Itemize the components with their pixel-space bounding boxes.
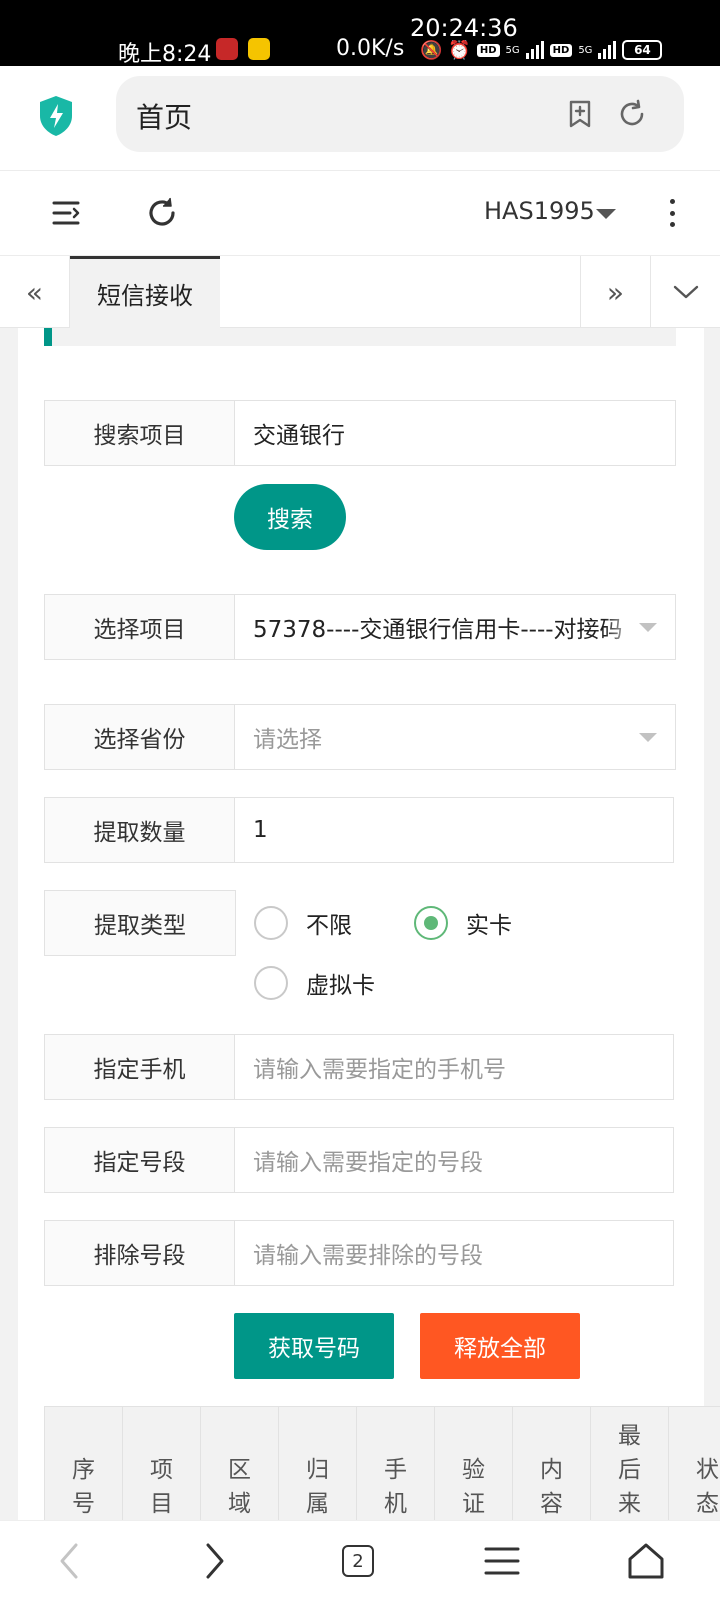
th-content: 内容 [513, 1407, 591, 1520]
th-index: 序号 [45, 1407, 123, 1520]
address-bar[interactable]: 首页 [116, 76, 684, 152]
tab-sms-receive[interactable]: 短信接收 [70, 256, 220, 328]
menu-icon[interactable] [478, 1537, 526, 1585]
hd-badge: HD [476, 43, 500, 57]
address-text[interactable]: 首页 [136, 96, 192, 136]
reload-icon[interactable] [616, 98, 648, 130]
th-verify: 验证 [435, 1407, 513, 1520]
dropdown-caret-icon [639, 733, 657, 742]
status-bar: 20:24:36 晚上8:24 0.0K/s 🔕 ⏰ HD 5G HD 5G 6… [0, 0, 720, 67]
tab-bar: « 短信接收 » [0, 256, 720, 328]
segment-input[interactable]: 请输入需要指定的号段 [235, 1128, 673, 1192]
network-speed: 0.0K/s [336, 36, 405, 61]
select-province-dropdown[interactable]: 请选择 [235, 705, 675, 769]
battery-icon: 64 [622, 40, 663, 60]
hd-badge-2: HD [549, 43, 573, 57]
select-project-row: 选择项目 57378----交通银行信用卡----对接码 [44, 594, 676, 660]
th-phone: 手机 [357, 1407, 435, 1520]
refresh-icon[interactable] [144, 195, 180, 231]
radio-checked-icon [414, 906, 448, 940]
th-project: 项目 [123, 1407, 201, 1520]
network-type: 5G [505, 44, 520, 56]
tab-dropdown-icon[interactable] [650, 256, 720, 328]
chevron-down-icon [673, 285, 698, 299]
shield-icon[interactable] [36, 94, 76, 138]
browser-bottom-nav: 2 [0, 1520, 720, 1600]
status-time: 晚上8:24 [118, 42, 212, 67]
notification-app-icon [216, 38, 238, 60]
search-button[interactable]: 搜索 [234, 484, 346, 550]
th-location: 归属 [279, 1407, 357, 1520]
select-province-label: 选择省份 [45, 705, 235, 769]
mute-icon: 🔕 [420, 39, 443, 61]
home-icon[interactable] [622, 1537, 670, 1585]
app-header: HAS1995 [0, 170, 720, 256]
search-project-label: 搜索项目 [45, 401, 235, 465]
type-radio-unlimited[interactable]: 不限 [254, 906, 352, 940]
th-region: 区域 [201, 1407, 279, 1520]
signal-icon [525, 41, 544, 59]
select-project-dropdown[interactable]: 57378----交通银行信用卡----对接码 [235, 595, 675, 659]
forward-icon[interactable] [190, 1537, 238, 1585]
quantity-label: 提取数量 [45, 798, 235, 862]
user-menu[interactable]: HAS1995 [484, 197, 595, 225]
tabs-button[interactable]: 2 [334, 1537, 382, 1585]
select-province-placeholder: 请选择 [253, 727, 322, 753]
add-bookmark-icon[interactable] [564, 98, 596, 130]
select-project-value: 57378----交通银行信用卡----对接码 [253, 617, 623, 643]
phone-input[interactable]: 请输入需要指定的手机号 [235, 1035, 673, 1099]
radio-unchecked-icon [254, 906, 288, 940]
status-icons: 🔕 ⏰ HD 5G HD 5G 64 [420, 38, 663, 62]
results-table-header: 序号 项目 区域 归属 手机 验证 内容 最后来信 状态 [44, 1406, 720, 1520]
phone-row: 指定手机 请输入需要指定的手机号 [44, 1034, 674, 1100]
get-number-button[interactable]: 获取号码 [234, 1313, 394, 1379]
radio-unchecked-icon [254, 966, 288, 1000]
segment-label: 指定号段 [45, 1128, 235, 1192]
notification-copy-icon [248, 38, 270, 60]
section-header-bar [44, 328, 676, 346]
more-options-icon[interactable] [668, 195, 676, 231]
browser-bar: 首页 [0, 66, 720, 170]
type-radio-physical[interactable]: 实卡 [414, 906, 512, 940]
exclude-label: 排除号段 [45, 1221, 235, 1285]
type-label: 提取类型 [44, 890, 236, 956]
phone-label: 指定手机 [45, 1035, 235, 1099]
radio-label: 不限 [306, 913, 352, 939]
segment-row: 指定号段 请输入需要指定的号段 [44, 1127, 674, 1193]
dropdown-caret-icon [639, 623, 657, 632]
search-project-row: 搜索项目 交通银行 [44, 400, 676, 466]
select-project-label: 选择项目 [45, 595, 235, 659]
quantity-row: 提取数量 1 [44, 797, 674, 863]
network-type-2: 5G [578, 44, 593, 56]
th-status: 状态 [669, 1407, 720, 1520]
alarm-icon: ⏰ [448, 39, 471, 61]
chevron-down-icon[interactable] [596, 209, 616, 219]
tab-scroll-left-icon[interactable]: « [0, 256, 70, 328]
menu-toggle-icon[interactable] [48, 195, 84, 231]
signal-icon-2 [598, 41, 617, 59]
search-project-input[interactable]: 交通银行 [235, 401, 675, 465]
quantity-input[interactable]: 1 [235, 798, 673, 862]
type-radio-virtual[interactable]: 虚拟卡 [254, 966, 375, 1000]
radio-label: 虚拟卡 [306, 973, 375, 999]
radio-label: 实卡 [466, 913, 512, 939]
exclude-input[interactable]: 请输入需要排除的号段 [235, 1221, 673, 1285]
select-province-row: 选择省份 请选择 [44, 704, 676, 770]
tab-scroll-right-icon[interactable]: » [580, 256, 650, 328]
tab-count: 2 [342, 1545, 374, 1577]
release-all-button[interactable]: 释放全部 [420, 1313, 580, 1379]
back-icon[interactable] [46, 1537, 94, 1585]
th-last-message: 最后来信 [591, 1407, 669, 1520]
exclude-row: 排除号段 请输入需要排除的号段 [44, 1220, 674, 1286]
